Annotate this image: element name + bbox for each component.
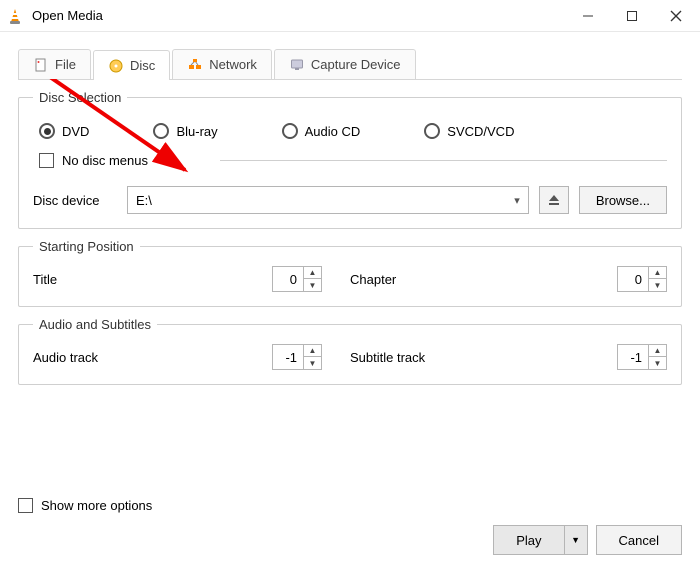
disc-device-label: Disc device — [33, 193, 117, 208]
radio-dvd-label: DVD — [62, 124, 89, 139]
tab-bar: File Disc Network Capture Device — [18, 48, 682, 80]
disc-selection-legend: Disc Selection — [33, 90, 127, 105]
browse-button[interactable]: Browse... — [579, 186, 667, 214]
radio-dvd-button[interactable] — [39, 123, 55, 139]
tab-file[interactable]: File — [18, 49, 91, 79]
tab-network-label: Network — [209, 57, 257, 72]
checkbox-icon[interactable] — [18, 498, 33, 513]
tab-file-label: File — [55, 57, 76, 72]
audio-track-spinner[interactable]: -1 ▲▼ — [272, 344, 322, 370]
spin-up-icon[interactable]: ▲ — [649, 345, 666, 357]
starting-position-group: Starting Position Title 0 ▲▼ Chapter 0 ▲… — [18, 239, 682, 307]
tab-capture[interactable]: Capture Device — [274, 49, 416, 79]
audio-subtitles-group: Audio and Subtitles Audio track -1 ▲▼ Su… — [18, 317, 682, 385]
spin-up-icon[interactable]: ▲ — [649, 267, 666, 279]
chevron-down-icon: ▼ — [571, 535, 580, 545]
divider — [220, 160, 667, 161]
show-more-options-checkbox[interactable]: Show more options — [18, 498, 682, 513]
cancel-button[interactable]: Cancel — [596, 525, 682, 555]
eject-button[interactable] — [539, 186, 569, 214]
chapter-spinner[interactable]: 0 ▲▼ — [617, 266, 667, 292]
play-dropdown-button[interactable]: ▼ — [565, 526, 587, 554]
title-label: Title — [33, 272, 141, 287]
chevron-down-icon: ▾ — [514, 194, 520, 207]
tab-network[interactable]: Network — [172, 49, 272, 79]
cancel-button-label: Cancel — [619, 533, 659, 548]
maximize-button[interactable] — [610, 0, 654, 32]
radio-audiocd[interactable]: Audio CD — [282, 123, 361, 139]
title-value: 0 — [273, 272, 303, 287]
chapter-value: 0 — [618, 272, 648, 287]
spin-down-icon[interactable]: ▼ — [304, 279, 321, 291]
dialog-footer: Show more options Play ▼ Cancel — [0, 498, 700, 567]
minimize-button[interactable] — [566, 0, 610, 32]
eject-icon — [548, 194, 560, 206]
window-title: Open Media — [32, 8, 566, 23]
capture-icon — [289, 57, 305, 73]
radio-bluray[interactable]: Blu-ray — [153, 123, 217, 139]
file-icon — [33, 57, 49, 73]
disc-device-value: E:\ — [136, 193, 152, 208]
radio-svcd-button[interactable] — [424, 123, 440, 139]
radio-svcd-label: SVCD/VCD — [447, 124, 514, 139]
show-more-label: Show more options — [41, 498, 152, 513]
tab-disc-label: Disc — [130, 58, 155, 73]
chapter-label: Chapter — [350, 272, 458, 287]
subtitle-track-label: Subtitle track — [350, 350, 458, 365]
disc-device-combo[interactable]: E:\ ▾ — [127, 186, 529, 214]
radio-bluray-button[interactable] — [153, 123, 169, 139]
audio-track-value: -1 — [273, 350, 303, 365]
close-button[interactable] — [654, 0, 698, 32]
subtitle-track-value: -1 — [618, 350, 648, 365]
radio-audiocd-button[interactable] — [282, 123, 298, 139]
tab-disc[interactable]: Disc — [93, 50, 170, 80]
network-icon — [187, 57, 203, 73]
starting-position-legend: Starting Position — [33, 239, 140, 254]
radio-svcd[interactable]: SVCD/VCD — [424, 123, 514, 139]
play-button[interactable]: Play ▼ — [493, 525, 587, 555]
no-disc-menus-checkbox[interactable]: No disc menus — [39, 153, 148, 168]
no-disc-menus-label: No disc menus — [62, 153, 148, 168]
disc-icon — [108, 58, 124, 74]
radio-audiocd-label: Audio CD — [305, 124, 361, 139]
spin-up-icon[interactable]: ▲ — [304, 267, 321, 279]
play-button-label: Play — [516, 533, 541, 548]
audio-subtitles-legend: Audio and Subtitles — [33, 317, 157, 332]
radio-dvd[interactable]: DVD — [39, 123, 89, 139]
audio-track-label: Audio track — [33, 350, 141, 365]
titlebar: Open Media — [0, 0, 700, 32]
disc-selection-group: Disc Selection DVD Blu-ray Audio CD SVCD… — [18, 90, 682, 229]
checkbox-icon[interactable] — [39, 153, 54, 168]
radio-bluray-label: Blu-ray — [176, 124, 217, 139]
title-spinner[interactable]: 0 ▲▼ — [272, 266, 322, 292]
spin-down-icon[interactable]: ▼ — [304, 357, 321, 369]
dialog-content: File Disc Network Capture Device Disc Se… — [0, 32, 700, 403]
spin-up-icon[interactable]: ▲ — [304, 345, 321, 357]
vlc-icon — [6, 7, 24, 25]
subtitle-track-spinner[interactable]: -1 ▲▼ — [617, 344, 667, 370]
spin-down-icon[interactable]: ▼ — [649, 279, 666, 291]
spin-down-icon[interactable]: ▼ — [649, 357, 666, 369]
browse-button-label: Browse... — [596, 193, 650, 208]
tab-capture-label: Capture Device — [311, 57, 401, 72]
